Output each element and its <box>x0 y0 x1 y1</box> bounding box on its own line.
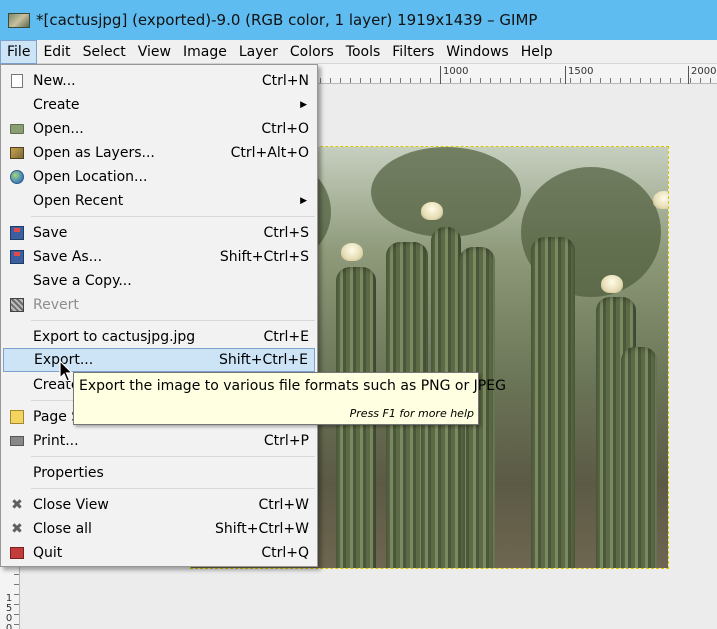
open-folder-icon <box>9 121 25 137</box>
menu-item-quit[interactable]: Quit Ctrl+Q <box>3 541 315 565</box>
menu-item-label: Revert <box>33 297 79 313</box>
menu-file[interactable]: File <box>0 39 38 64</box>
export-tooltip: Export the image to various file formats… <box>73 372 506 425</box>
menu-item-export-to[interactable]: Export to cactusjpg.jpg Ctrl+E <box>3 325 315 349</box>
menu-item-shortcut: Ctrl+P <box>263 433 309 449</box>
photo-flower <box>601 275 623 293</box>
menu-item-properties[interactable]: Properties <box>3 461 315 485</box>
menu-separator <box>31 456 315 457</box>
menu-item-shortcut: Ctrl+Q <box>261 545 309 561</box>
menu-item-label: Open... <box>33 121 84 137</box>
revert-icon <box>9 297 25 313</box>
menu-item-open-recent[interactable]: Open Recent ▶ <box>3 189 315 213</box>
photo-flower <box>421 202 443 220</box>
menu-item-shortcut: Ctrl+W <box>258 497 309 513</box>
menu-windows[interactable]: Windows <box>440 40 515 64</box>
new-document-icon <box>9 73 25 89</box>
menu-item-label: Close all <box>33 521 92 537</box>
menu-item-label: Open as Layers... <box>33 145 155 161</box>
menu-help[interactable]: Help <box>515 40 559 64</box>
quit-icon <box>9 545 25 561</box>
menu-item-print[interactable]: Print... Ctrl+P <box>3 429 315 453</box>
menu-colors[interactable]: Colors <box>284 40 340 64</box>
photo-tree <box>371 147 521 237</box>
menu-item-label: Save a Copy... <box>33 273 132 289</box>
window-title: *[cactusjpg] (exported)-9.0 (RGB color, … <box>36 11 538 29</box>
submenu-arrow-icon: ▶ <box>300 196 307 206</box>
menu-item-save-as[interactable]: Save As... Shift+Ctrl+S <box>3 245 315 269</box>
menu-tools[interactable]: Tools <box>340 40 387 64</box>
ruler-label: 2000 <box>688 66 716 84</box>
image-thumbnail-icon <box>8 12 30 28</box>
menu-item-shortcut: Shift+Ctrl+W <box>214 521 309 537</box>
menu-item-label: Save <box>33 225 68 241</box>
menu-item-create[interactable]: Create ▶ <box>3 93 315 117</box>
menu-separator <box>31 216 315 217</box>
menu-item-open[interactable]: Open... Ctrl+O <box>3 117 315 141</box>
menu-separator <box>31 488 315 489</box>
menu-item-shortcut: Shift+Ctrl+S <box>219 249 309 265</box>
save-as-icon <box>9 249 25 265</box>
menu-item-close-view[interactable]: ✖ Close View Ctrl+W <box>3 493 315 517</box>
menu-item-close-all[interactable]: ✖ Close all Shift+Ctrl+W <box>3 517 315 541</box>
page-setup-icon <box>9 409 25 425</box>
photo-cactus <box>531 237 575 568</box>
menu-filters[interactable]: Filters <box>386 40 440 64</box>
menu-item-shortcut: Ctrl+N <box>261 73 309 89</box>
menu-image[interactable]: Image <box>177 40 233 64</box>
menu-separator <box>31 320 315 321</box>
ruler-label: 1000 <box>440 66 468 84</box>
menu-item-open-as-layers[interactable]: Open as Layers... Ctrl+Alt+O <box>3 141 315 165</box>
menu-edit[interactable]: Edit <box>37 40 76 64</box>
menu-item-label: Quit <box>33 545 63 561</box>
menu-item-label: Close View <box>33 497 109 513</box>
ruler-label: 1500 <box>565 66 593 84</box>
menu-item-shortcut: Shift+Ctrl+E <box>218 352 308 368</box>
menu-item-new[interactable]: New... Ctrl+N <box>3 69 315 93</box>
menu-item-label: Save As... <box>33 249 103 265</box>
menu-item-shortcut: Ctrl+E <box>263 329 310 345</box>
menu-item-label: Open Recent <box>33 193 124 209</box>
photo-cactus <box>621 347 657 568</box>
menu-item-export[interactable]: Export... Shift+Ctrl+E <box>3 348 315 372</box>
file-menu-dropdown: New... Ctrl+N Create ▶ Open... Ctrl+O Op… <box>0 64 318 567</box>
menu-item-label: Properties <box>33 465 104 481</box>
ruler-label: 0 <box>5 623 13 629</box>
photo-flower <box>653 191 668 209</box>
menu-item-shortcut: Ctrl+Alt+O <box>230 145 309 161</box>
mouse-cursor-icon <box>59 360 74 382</box>
close-icon: ✖ <box>11 497 23 513</box>
menu-item-save-a-copy[interactable]: Save a Copy... <box>3 269 315 293</box>
menu-item-shortcut: Ctrl+S <box>263 225 309 241</box>
print-icon <box>9 433 25 449</box>
menu-item-revert: Revert <box>3 293 315 317</box>
menu-select[interactable]: Select <box>77 40 132 64</box>
menu-item-label: Create <box>33 97 80 113</box>
tooltip-text: Export the image to various file formats… <box>79 378 506 394</box>
menu-item-shortcut: Ctrl+O <box>261 121 309 137</box>
title-bar: *[cactusjpg] (exported)-9.0 (RGB color, … <box>0 0 717 40</box>
close-all-icon: ✖ <box>11 521 23 537</box>
globe-icon <box>9 169 25 185</box>
menu-item-save[interactable]: Save Ctrl+S <box>3 221 315 245</box>
menu-layer[interactable]: Layer <box>233 40 284 64</box>
menu-item-label: Export to cactusjpg.jpg <box>33 329 196 345</box>
menu-view[interactable]: View <box>132 40 177 64</box>
photo-flower <box>341 243 363 261</box>
menu-item-open-location[interactable]: Open Location... <box>3 165 315 189</box>
menu-bar: File Edit Select View Image Layer Colors… <box>0 39 717 64</box>
layers-icon <box>9 145 25 161</box>
submenu-arrow-icon: ▶ <box>300 100 307 110</box>
menu-item-label: Print... <box>33 433 79 449</box>
tooltip-hint: Press F1 for more help <box>349 407 474 420</box>
menu-item-label: Open Location... <box>33 169 148 185</box>
menu-item-label: New... <box>33 73 76 89</box>
save-icon <box>9 225 25 241</box>
